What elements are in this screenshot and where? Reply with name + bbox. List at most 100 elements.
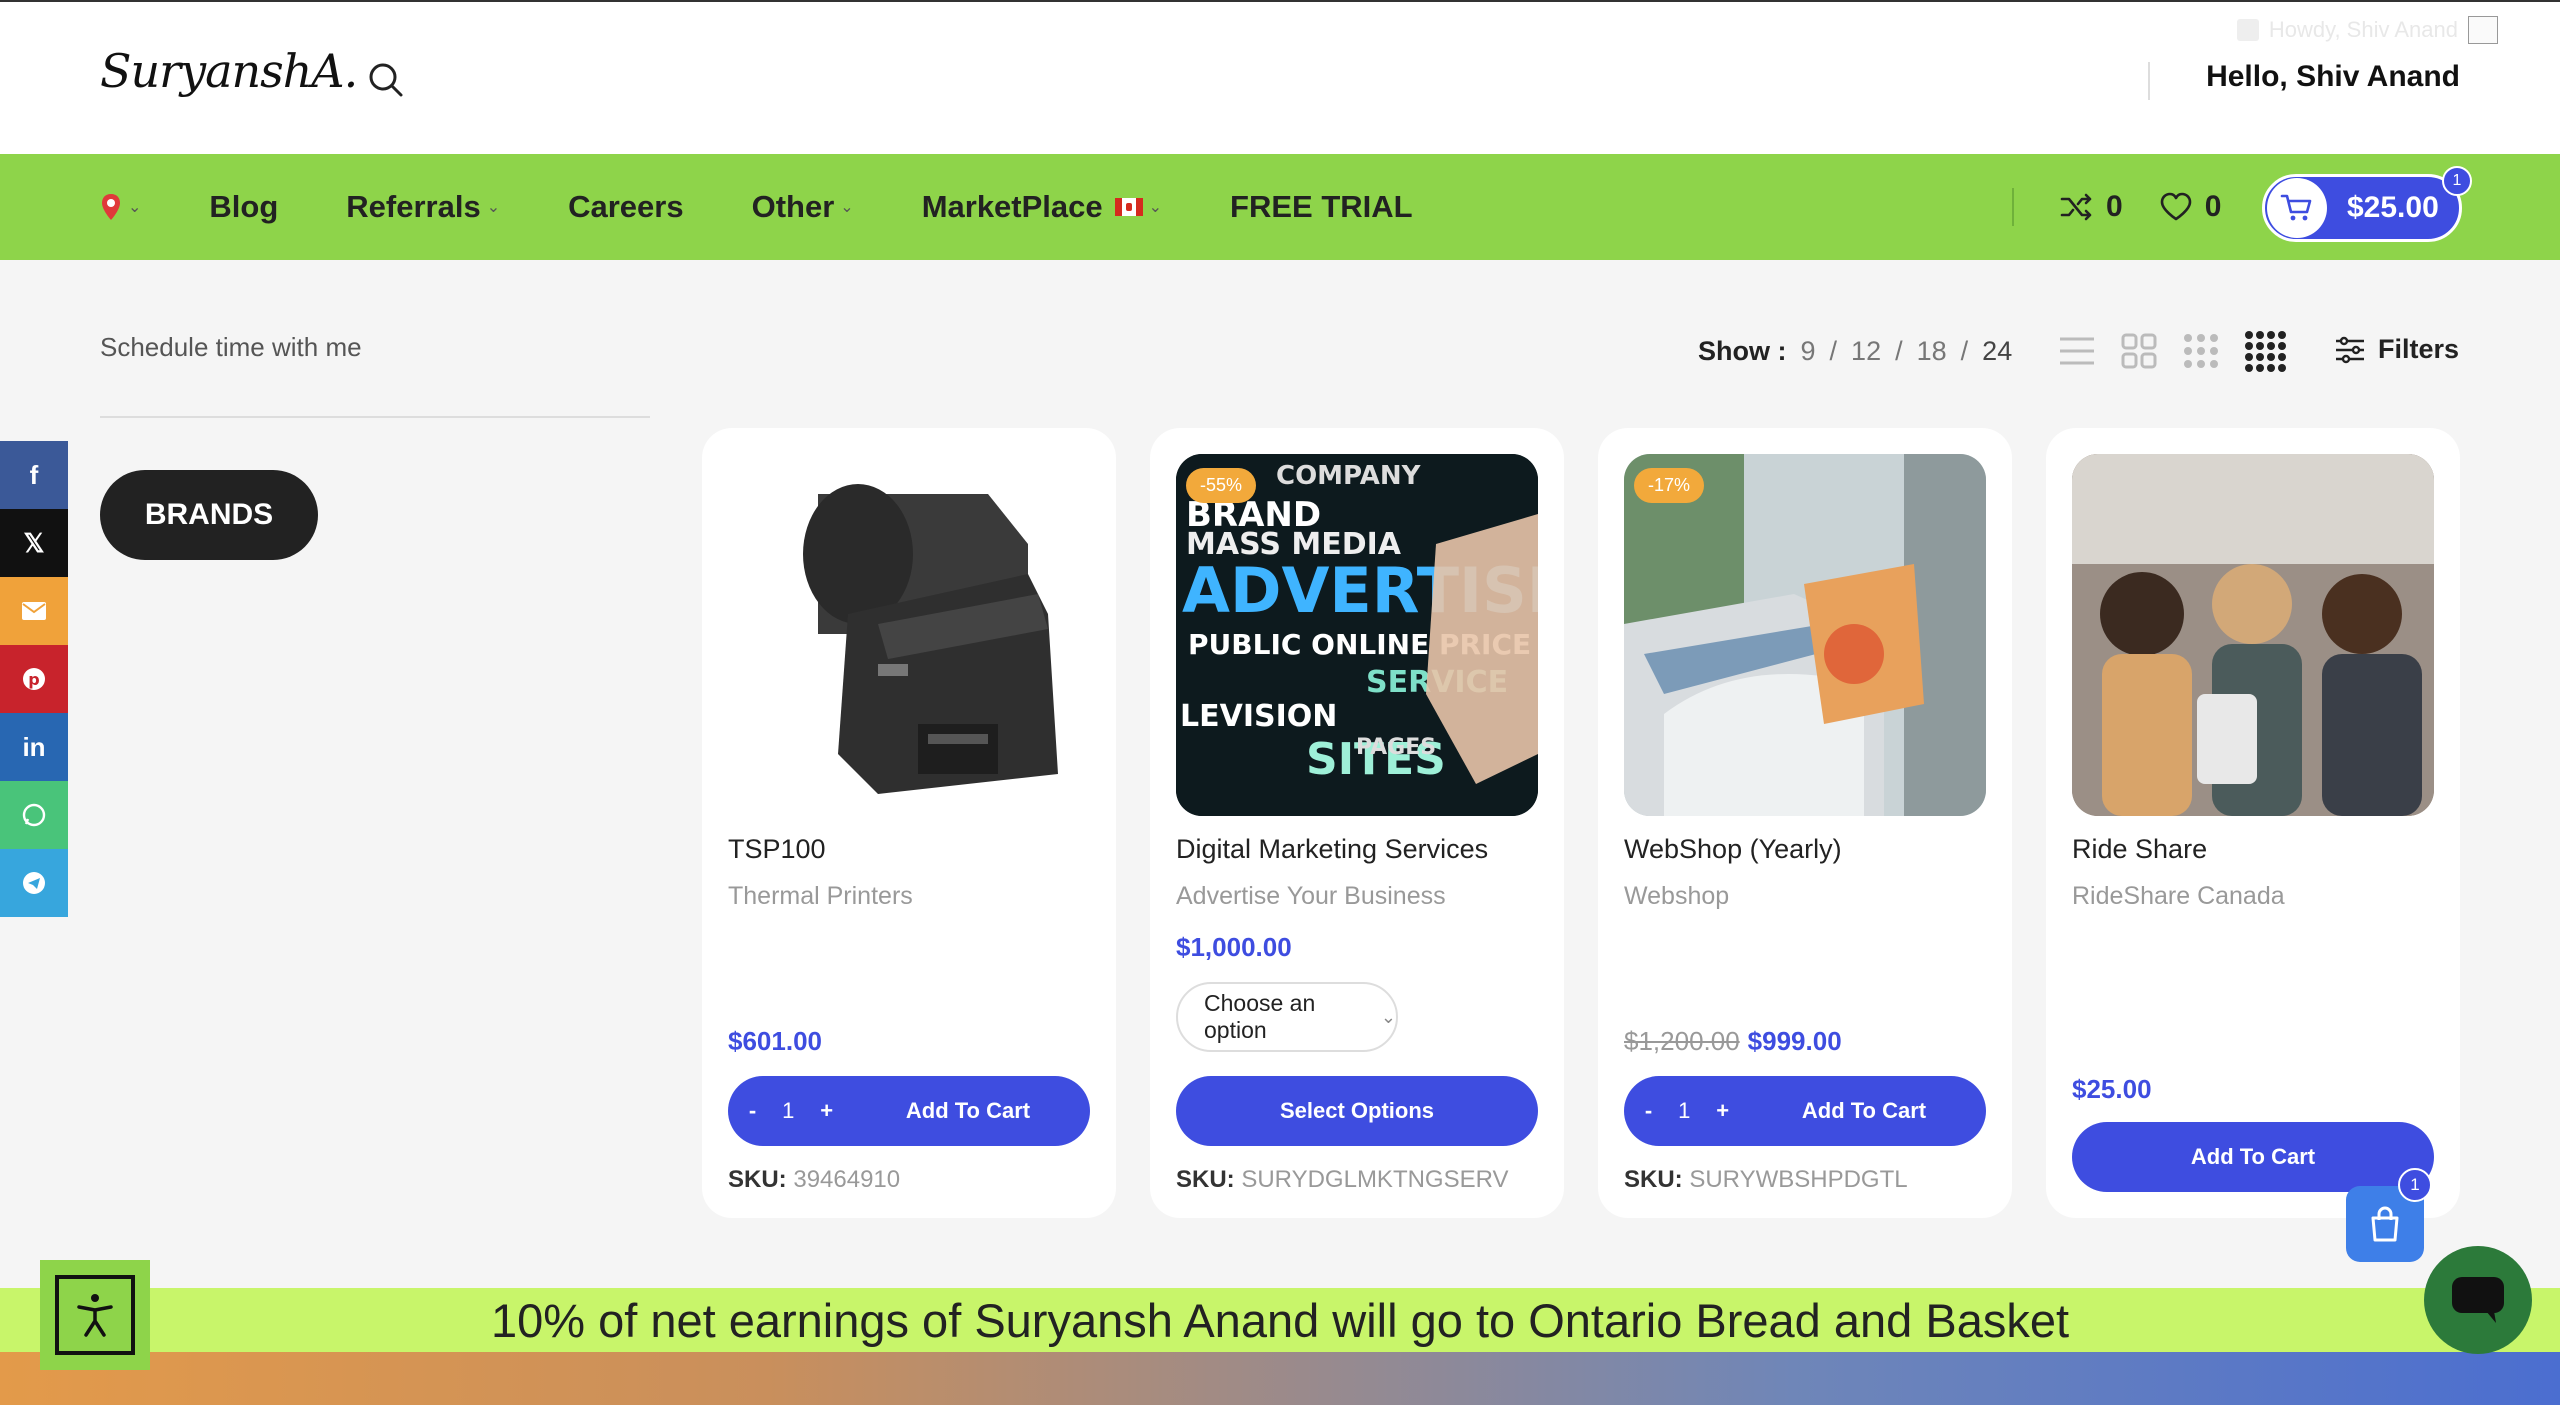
site-logo[interactable]: SuryanshA. (100, 44, 358, 98)
product-card: TSP100 Thermal Printers $601.00 - 1 + Ad… (702, 428, 1116, 1218)
drive-thru-image (1624, 454, 1986, 816)
list-view-icon[interactable] (2058, 333, 2096, 369)
qty-minus-button[interactable]: - (749, 1098, 756, 1124)
chevron-down-icon: ⌄ (1380, 1006, 1396, 1027)
whatsapp-icon[interactable] (0, 781, 68, 849)
pinterest-icon[interactable]: p (0, 645, 68, 713)
select-options-button[interactable]: Select Options (1176, 1076, 1538, 1146)
facebook-icon[interactable]: f (0, 441, 68, 509)
svg-text:PAGES: PAGES (1356, 735, 1436, 760)
discount-badge: -17% (1634, 468, 1705, 503)
admin-avatar (2468, 16, 2498, 44)
x-icon[interactable]: 𝕏 (0, 509, 68, 577)
qty-plus-button[interactable]: + (1716, 1098, 1729, 1124)
nav-item-other[interactable]: Other ⌄ (752, 189, 854, 225)
product-image[interactable]: COMPANY BRAND MASS MEDIA ADVERTISING PUB… (1176, 454, 1538, 816)
product-name[interactable]: Ride Share (2072, 834, 2207, 865)
footer-gradient (0, 1352, 2560, 1405)
shopping-bag-icon (2371, 1206, 2399, 1242)
filters-button[interactable]: Filters (2334, 334, 2459, 365)
per-page-selector: Show : 9/ 12/ 18/ 24 (1698, 336, 2013, 367)
svg-text:COMPANY: COMPANY (1276, 461, 1422, 491)
product-category[interactable]: Advertise Your Business (1176, 882, 1446, 911)
location-pin-icon (102, 194, 120, 220)
qty-value[interactable]: 1 (782, 1098, 794, 1124)
sku-value: SURYDGLMKTNGSERV (1241, 1166, 1509, 1193)
brands-button[interactable]: BRANDS (100, 470, 318, 560)
product-price: $601.00 (728, 1026, 822, 1056)
chat-button[interactable] (2424, 1246, 2532, 1354)
chevron-down-icon: ⌄ (1148, 199, 1163, 216)
mini-cart-badge: 1 (2398, 1168, 2432, 1202)
add-to-cart-button[interactable]: Add To Cart (1742, 1098, 1986, 1124)
per-page-option[interactable]: 18 (1917, 336, 1947, 367)
nav-item-marketplace[interactable]: MarketPlace ⌄ (922, 189, 1162, 225)
search-icon[interactable] (366, 60, 406, 100)
cart-icon (2280, 194, 2312, 221)
product-sku: SKU: 39464910 (728, 1166, 900, 1194)
main-nav: ⌄ Blog Referrals ⌄ Careers Other ⌄ MarketP… (0, 154, 2560, 260)
nav-label: Blog (209, 189, 279, 224)
cart-button[interactable]: $25.00 (2262, 174, 2462, 242)
qty-value[interactable]: 1 (1678, 1098, 1690, 1124)
product-price: $1,000.00 (1176, 932, 1292, 962)
product-card: Ride Share RideShare Canada $25.00 Add T… (2046, 428, 2460, 1218)
product-sku: SKU: SURYDGLMKTNGSERV (1176, 1166, 1509, 1194)
shuffle-icon (2060, 193, 2092, 221)
product-name[interactable]: WebShop (Yearly) (1624, 834, 1842, 865)
svg-text:LEVISION: LEVISION (1180, 699, 1337, 734)
location-menu[interactable]: ⌄ (100, 192, 141, 222)
filters-label: Filters (2378, 334, 2460, 364)
variation-select[interactable]: Choose an option ⌄ (1176, 982, 1398, 1052)
per-page-option[interactable]: 24 (1982, 336, 2012, 367)
discount-badge: -55% (1186, 468, 1257, 503)
nav-item-blog[interactable]: Blog (209, 189, 278, 225)
admin-howdy[interactable]: Howdy, Shiv Anand (2236, 16, 2498, 44)
telegram-icon[interactable] (0, 849, 68, 917)
grid-3-icon[interactable] (2182, 332, 2220, 370)
sidebar-divider (100, 416, 650, 418)
product-image[interactable] (728, 454, 1090, 816)
nav-label: MarketPlace (921, 189, 1103, 224)
nav-item-careers[interactable]: Careers (568, 189, 683, 225)
wishlist-button[interactable]: 0 (2159, 190, 2221, 224)
nav-item-referrals[interactable]: Referrals ⌄ (346, 189, 500, 225)
thermal-printer-image (803, 484, 1058, 794)
product-price: $1,200.00 $999.00 (1624, 1026, 1842, 1057)
select-value: Choose an option (1204, 990, 1316, 1043)
nav-label: Other (751, 189, 835, 224)
chat-bubble-icon (2452, 1277, 2504, 1323)
compare-button[interactable]: 0 (2060, 190, 2123, 224)
per-page-option[interactable]: 12 (1851, 336, 1881, 367)
sku-label: SKU: (1176, 1166, 1235, 1193)
product-image[interactable] (1624, 454, 1986, 816)
grid-2-icon[interactable] (2120, 332, 2158, 370)
nav-label: Referrals (346, 189, 481, 224)
nav-item-free-trial[interactable]: FREE TRIAL (1230, 189, 1413, 225)
compare-count: 0 (2106, 190, 2123, 223)
sku-value: SURYWBSHPDGTL (1689, 1166, 1908, 1193)
product-category[interactable]: Thermal Printers (728, 882, 913, 911)
rideshare-image (2072, 454, 2434, 816)
accessibility-button[interactable] (40, 1260, 150, 1370)
grid-4-icon[interactable] (2244, 330, 2286, 372)
product-category[interactable]: Webshop (1624, 882, 1729, 911)
per-page-option[interactable]: 9 (1801, 336, 1816, 367)
cart-icon-circle (2267, 178, 2327, 238)
add-to-cart-button[interactable]: Add To Cart (846, 1098, 1090, 1124)
cart-count-badge: 1 (2442, 166, 2472, 196)
old-price: $1,200.00 (1624, 1026, 1740, 1056)
schedule-link[interactable]: Schedule time with me (100, 332, 362, 363)
nav-label: Careers (568, 189, 684, 224)
product-name[interactable]: Digital Marketing Services (1176, 834, 1488, 865)
svg-text:p: p (28, 670, 39, 689)
add-to-cart-button[interactable]: Add To Cart (2072, 1122, 2434, 1192)
user-greeting[interactable]: Hello, Shiv Anand (2206, 60, 2460, 94)
product-image[interactable] (2072, 454, 2434, 816)
linkedin-icon[interactable]: in (0, 713, 68, 781)
qty-minus-button[interactable]: - (1645, 1098, 1652, 1124)
product-category[interactable]: RideShare Canada (2072, 882, 2285, 911)
product-name[interactable]: TSP100 (728, 834, 826, 865)
qty-plus-button[interactable]: + (820, 1098, 833, 1124)
email-icon[interactable] (0, 577, 68, 645)
